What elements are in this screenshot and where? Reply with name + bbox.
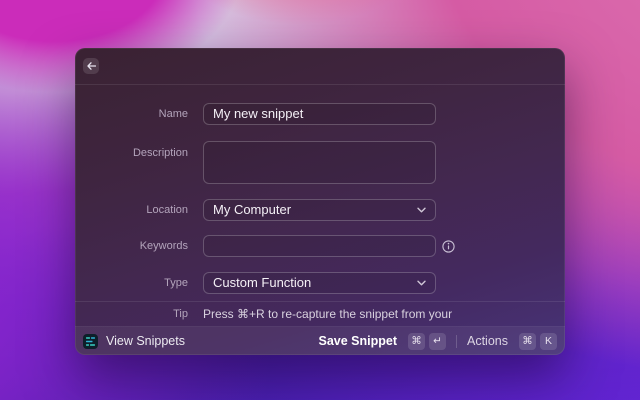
window-header	[75, 48, 565, 84]
name-label: Name	[158, 108, 188, 120]
back-button[interactable]	[83, 58, 99, 74]
return-key-badge: ↵	[429, 332, 446, 350]
type-select-value: Custom Function	[213, 275, 312, 290]
save-snippet-label: Save Snippet	[318, 334, 398, 348]
snippets-icon	[83, 333, 98, 349]
command-indicator: View Snippets	[83, 333, 185, 349]
snippet-form: Name My new snippet Description Location…	[75, 85, 565, 301]
back-arrow-icon	[86, 62, 96, 70]
description-label: Description	[132, 147, 188, 159]
actions-label: Actions	[467, 334, 508, 348]
cmd-key-badge: ⌘	[408, 332, 425, 350]
chevron-down-icon	[417, 207, 426, 213]
create-snippet-window: Name My new snippet Description Location…	[75, 48, 565, 355]
form-row-name: Name My new snippet	[75, 103, 565, 125]
tip-row: Tip Press ⌘+R to re-capture the snippet …	[75, 302, 565, 326]
form-row-keywords: Keywords	[75, 235, 565, 257]
cmd-key-badge: ⌘	[519, 332, 536, 350]
tip-label: Tip	[173, 308, 188, 320]
chevron-down-icon	[417, 280, 426, 286]
keywords-input[interactable]	[203, 235, 436, 257]
location-select-value: My Computer	[213, 202, 292, 217]
form-row-description: Description	[75, 141, 565, 184]
location-select[interactable]: My Computer	[203, 199, 436, 221]
tip-text: Press ⌘+R to re-capture the snippet from…	[203, 307, 453, 321]
save-snippet-button[interactable]: Save Snippet ⌘ ↵	[318, 332, 446, 350]
k-key-badge: K	[540, 332, 557, 350]
info-icon[interactable]	[442, 239, 455, 253]
form-row-location: Location My Computer	[75, 199, 565, 221]
location-label: Location	[146, 204, 188, 216]
actions-button[interactable]: Actions ⌘ K	[467, 332, 557, 350]
type-label: Type	[164, 277, 188, 289]
action-bar-separator	[456, 334, 457, 348]
action-bar-right: Save Snippet ⌘ ↵ Actions ⌘ K	[318, 332, 557, 350]
description-textarea[interactable]	[203, 141, 436, 184]
form-row-type: Type Custom Function	[75, 272, 565, 294]
name-input[interactable]: My new snippet	[203, 103, 436, 125]
keywords-label: Keywords	[139, 240, 188, 252]
type-select[interactable]: Custom Function	[203, 272, 436, 294]
view-snippets-label: View Snippets	[106, 334, 185, 348]
action-bar: View Snippets Save Snippet ⌘ ↵ Actions ⌘…	[75, 327, 565, 355]
